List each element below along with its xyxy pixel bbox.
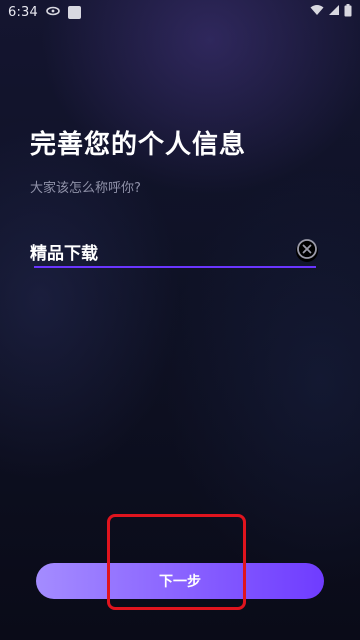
- status-bar: 6:34: [0, 0, 360, 24]
- input-underline: [34, 266, 316, 268]
- clear-button[interactable]: [296, 238, 318, 264]
- notification-icon: [46, 5, 60, 20]
- background: [0, 0, 360, 640]
- name-field-row: [30, 236, 320, 268]
- signal-icon: [328, 4, 340, 20]
- page-subtitle: 大家该怎么称呼你?: [30, 181, 141, 196]
- wifi-icon: [310, 4, 324, 20]
- page-title: 完善您的个人信息: [30, 130, 247, 160]
- nickname-input[interactable]: [30, 236, 290, 266]
- app-icon: [68, 5, 81, 19]
- status-left: 6:34: [8, 5, 81, 20]
- battery-icon: [344, 3, 352, 21]
- status-right: [310, 3, 352, 21]
- next-button[interactable]: 下一步: [36, 563, 324, 599]
- status-time: 6:34: [8, 4, 38, 20]
- clear-icon: [296, 238, 318, 264]
